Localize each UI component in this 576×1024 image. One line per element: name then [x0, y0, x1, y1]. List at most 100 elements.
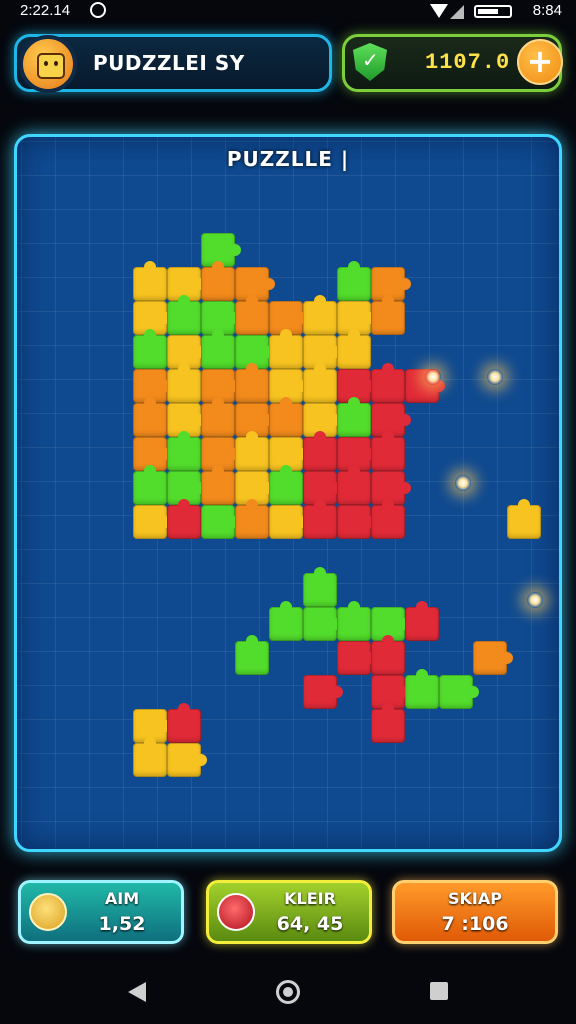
piece-tab: [280, 465, 292, 477]
puzzle-piece[interactable]: [167, 363, 201, 403]
plus-icon: +: [526, 42, 554, 80]
piece-tab: [382, 431, 394, 443]
puzzle-piece[interactable]: [201, 505, 241, 539]
piece-tab: [314, 567, 326, 579]
puzzle-piece[interactable]: [133, 261, 167, 301]
piece-tab: [178, 703, 190, 715]
avatar-face: [37, 53, 65, 79]
puzzle-piece[interactable]: [303, 295, 337, 335]
piece-tab: [348, 397, 360, 409]
home-icon[interactable]: [276, 980, 300, 1004]
piece-tab: [501, 652, 513, 664]
puzzle-piece[interactable]: [439, 675, 479, 709]
puzzle-piece[interactable]: [167, 499, 201, 539]
puzzle-piece[interactable]: [303, 675, 343, 709]
add-coins-button[interactable]: +: [517, 39, 563, 85]
puzzle-piece[interactable]: [235, 295, 269, 335]
puzzle-piece[interactable]: [269, 505, 309, 539]
puzzle-piece[interactable]: [235, 363, 269, 403]
puzzle-piece[interactable]: [507, 499, 541, 539]
piece-tab: [314, 363, 326, 375]
aim-label: AIM: [104, 889, 140, 908]
puzzle-piece[interactable]: [167, 703, 201, 743]
status-time: 2:22.14: [20, 2, 71, 19]
avatar-icon[interactable]: [19, 35, 77, 93]
puzzle-piece[interactable]: [133, 505, 173, 539]
shield-check-icon: [353, 43, 387, 81]
piece-tab: [212, 261, 224, 273]
puzzle-piece[interactable]: [303, 567, 337, 607]
piece-tab: [348, 261, 360, 273]
puzzle-piece[interactable]: [337, 601, 371, 641]
puzzle-piece[interactable]: [337, 397, 371, 437]
puzzle-piece[interactable]: [235, 431, 269, 471]
piece-tab: [314, 499, 326, 511]
puzzle-piece[interactable]: [337, 329, 371, 369]
puzzle-piece[interactable]: [371, 363, 405, 403]
puzzle-piece[interactable]: [235, 635, 269, 675]
puzzle-piece[interactable]: [303, 431, 337, 471]
puzzle-piece[interactable]: [337, 505, 377, 539]
puzzle-piece[interactable]: [405, 601, 439, 641]
piece-tab: [246, 635, 258, 647]
piece-tab: [416, 669, 428, 681]
puzzle-piece[interactable]: [371, 431, 405, 471]
profile-name: PUDZZLEI SY: [93, 51, 245, 75]
puzzle-piece[interactable]: [303, 363, 337, 403]
puzzle-piece[interactable]: [235, 499, 269, 539]
puzzle-piece[interactable]: [371, 295, 405, 335]
puzzle-piece[interactable]: [337, 465, 371, 505]
puzzle-piece[interactable]: [269, 397, 303, 437]
puzzle-piece[interactable]: [303, 607, 343, 641]
puzzle-piece[interactable]: [201, 397, 235, 437]
coin-bar: 1107.0 +: [342, 34, 563, 92]
piece-tab: [178, 431, 190, 443]
piece-tab: [195, 754, 207, 766]
signal-icon: [450, 5, 464, 19]
piece-tab: [467, 686, 479, 698]
system-nav-bar: [0, 960, 576, 1024]
puzzle-piece[interactable]: [473, 641, 513, 675]
piece-tab: [399, 414, 411, 426]
puzzle-piece[interactable]: [269, 329, 303, 369]
puzzle-board[interactable]: PUZZLLE |: [14, 134, 562, 852]
puzzle-piece[interactable]: [201, 329, 235, 369]
puzzle-piece[interactable]: [303, 499, 337, 539]
kleir-button[interactable]: KLEIR 64, 45: [206, 880, 372, 944]
puzzle-piece[interactable]: [371, 499, 405, 539]
piece-tab: [246, 499, 258, 511]
puzzle-piece[interactable]: [269, 601, 303, 641]
piece-tab: [348, 465, 360, 477]
puzzle-piece[interactable]: [133, 737, 167, 777]
puzzle-piece[interactable]: [337, 261, 371, 301]
puzzle-piece[interactable]: [167, 431, 201, 471]
back-icon[interactable]: [128, 982, 146, 1002]
kleir-label: KLEIR: [284, 889, 336, 908]
puzzle-piece[interactable]: [269, 465, 303, 505]
piece-tab: [348, 601, 360, 613]
aim-button[interactable]: AIM 1,52: [18, 880, 184, 944]
puzzle-piece[interactable]: [371, 703, 405, 743]
puzzle-piece[interactable]: [133, 465, 167, 505]
skiap-button[interactable]: SKIAP 7 :106: [392, 880, 558, 944]
piece-tab: [416, 601, 428, 613]
puzzle-piece[interactable]: [371, 635, 405, 675]
recent-apps-icon[interactable]: [430, 982, 448, 1000]
profile-bar[interactable]: PUDZZLEI SY: [14, 34, 332, 93]
puzzle-piece[interactable]: [167, 743, 207, 777]
piece-tab: [348, 329, 360, 341]
piece-tab: [212, 397, 224, 409]
puzzle-piece[interactable]: [201, 261, 235, 301]
puzzle-piece[interactable]: [337, 641, 377, 675]
piece-tab: [212, 465, 224, 477]
puzzle-piece[interactable]: [167, 295, 201, 335]
puzzle-piece[interactable]: [201, 465, 235, 505]
puzzle-piece[interactable]: [405, 669, 439, 709]
piece-tab: [144, 465, 156, 477]
wifi-icon: [430, 4, 448, 18]
piece-tab: [144, 737, 156, 749]
puzzle-piece[interactable]: [133, 329, 167, 369]
puzzle-piece[interactable]: [133, 397, 167, 437]
piece-tab: [280, 329, 292, 341]
piece-tab: [144, 329, 156, 341]
